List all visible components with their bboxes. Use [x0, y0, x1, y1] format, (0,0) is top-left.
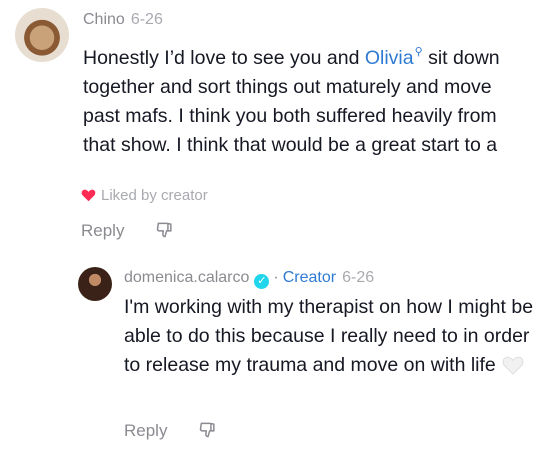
username[interactable]: domenica.calarco — [124, 269, 249, 286]
comment-date: 6-26 — [130, 11, 163, 28]
reply-button[interactable]: Reply — [81, 221, 124, 240]
white-heart-icon — [502, 356, 524, 375]
comment-text-part: Honestly I’d love to see you and — [83, 47, 365, 69]
comment-creator-reply: domenica.calarco ✓ · Creator 6-26 I'm workin… — [0, 255, 541, 452]
comment-chino: Chino 6-26 Honestly I’d love to see you a… — [0, 0, 541, 250]
comment-text-part: I'm working with my therapist on how I m… — [124, 296, 534, 376]
avatar[interactable] — [15, 8, 69, 62]
dislike-icon[interactable] — [155, 220, 175, 240]
comment-meta: Chino 6-26 — [83, 10, 163, 30]
mention-link[interactable]: Olivia — [365, 47, 414, 69]
heart-icon — [81, 189, 96, 202]
comment-actions: Reply — [124, 420, 218, 442]
comment-date: 6-26 — [342, 269, 375, 286]
liked-by-creator: Liked by creator — [81, 186, 208, 206]
separator: · — [273, 269, 279, 286]
creator-tag: Creator — [282, 269, 337, 286]
verified-badge-icon: ✓ — [254, 274, 270, 289]
comment-text: Honestly I’d love to see you and Olivia⚲… — [83, 38, 533, 160]
dislike-icon[interactable] — [198, 420, 218, 440]
search-icon: ⚲ — [414, 46, 423, 58]
avatar[interactable] — [78, 267, 112, 301]
username[interactable]: Chino — [83, 11, 125, 28]
comment-meta: domenica.calarco ✓ · Creator 6-26 — [124, 268, 374, 289]
reply-button[interactable]: Reply — [124, 421, 167, 440]
liked-label: Liked by creator — [101, 187, 208, 204]
comment-text: I'm working with my therapist on how I m… — [124, 293, 534, 380]
comment-actions: Reply — [81, 220, 175, 242]
